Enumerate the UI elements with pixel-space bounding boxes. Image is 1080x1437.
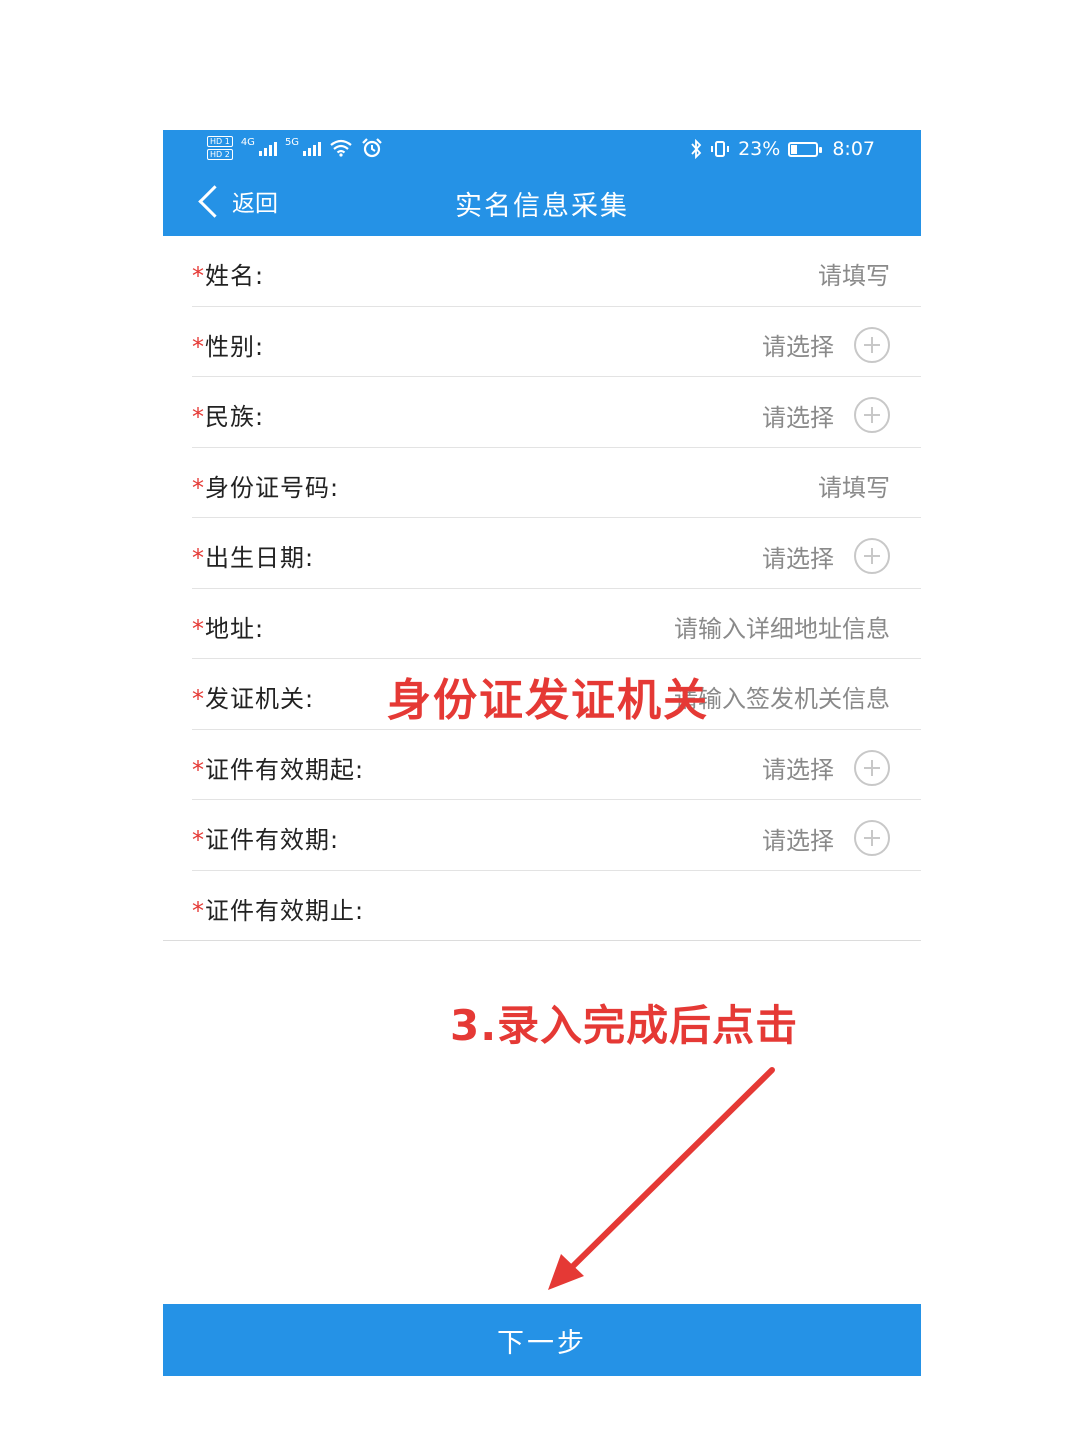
field-ethnicity[interactable]: *民族: 请选择 xyxy=(192,377,921,448)
alarm-icon xyxy=(362,138,382,158)
required-mark: * xyxy=(192,262,205,290)
field-value: 请选择 xyxy=(762,397,890,433)
field-address[interactable]: *地址: 请输入详细地址信息 xyxy=(192,589,921,659)
label-text: 身份证号码: xyxy=(205,473,340,502)
clock: 8:07 xyxy=(832,138,875,160)
field-valid-until[interactable]: *证件有效期止: xyxy=(163,871,921,941)
label-text: 发证机关: xyxy=(205,685,315,713)
required-mark: * xyxy=(192,826,205,854)
step-annotation: 3.录入完成后点击 xyxy=(450,1001,799,1050)
required-mark: * xyxy=(192,755,205,784)
picker-icon[interactable] xyxy=(854,749,890,786)
network-5g-label: 5G xyxy=(284,136,300,148)
sim1-badge: HD 1 xyxy=(207,136,233,147)
required-mark: * xyxy=(192,685,205,713)
field-birth-date[interactable]: *出生日期: 请选择 xyxy=(192,518,921,589)
battery-percent: 23% xyxy=(738,138,781,160)
label-text: 姓名: xyxy=(205,262,265,290)
nav-bar: 返回 实名信息采集 xyxy=(163,168,921,236)
phone-screen: HD 1 HD 2 4G 5G 23% 8:07 返回 实名信息采集 *姓名: … xyxy=(163,130,921,1376)
field-name[interactable]: *姓名: 请填写 xyxy=(192,236,921,307)
field-value: 请填写 xyxy=(818,256,890,291)
app-header: HD 1 HD 2 4G 5G 23% 8:07 返回 实名信息采集 xyxy=(163,130,921,236)
label-text: 地址: xyxy=(205,614,265,643)
name-input-placeholder[interactable]: 请填写 xyxy=(818,256,890,291)
field-label: *发证机关: xyxy=(192,679,314,714)
field-label: *地址: xyxy=(192,609,264,644)
vibrate-icon xyxy=(711,141,730,157)
status-left: HD 1 HD 2 4G 5G xyxy=(207,136,383,160)
signal-icon-2 xyxy=(303,140,322,156)
label-text: 出生日期: xyxy=(205,544,315,572)
page-title: 实名信息采集 xyxy=(455,191,629,222)
label-text: 证件有效期: xyxy=(205,826,340,854)
network-4g-label: 4G xyxy=(240,136,255,148)
gender-select-placeholder[interactable]: 请选择 xyxy=(762,327,834,362)
field-label: *出生日期: xyxy=(192,538,314,573)
battery-icon xyxy=(788,141,823,157)
field-valid-from[interactable]: *证件有效期起: 请选择 xyxy=(192,730,921,800)
field-label: *证件有效期止: xyxy=(192,891,364,926)
label-text: 性别: xyxy=(205,332,265,361)
picker-icon[interactable] xyxy=(854,820,890,856)
ethnicity-select-placeholder[interactable]: 请选择 xyxy=(762,398,834,433)
field-label: *民族: xyxy=(192,397,264,432)
field-value: 请选择 xyxy=(762,820,890,856)
picker-icon[interactable] xyxy=(854,326,890,363)
picker-icon[interactable] xyxy=(854,538,890,574)
required-mark: * xyxy=(192,614,205,643)
next-step-button[interactable]: 下一步 xyxy=(163,1304,921,1376)
required-mark: * xyxy=(192,332,205,361)
sim-indicators: HD 1 HD 2 xyxy=(207,136,233,160)
field-label: *证件有效期: xyxy=(192,820,339,855)
required-mark: * xyxy=(192,896,205,925)
field-value: 请填写 xyxy=(818,468,890,503)
field-label: *证件有效期起: xyxy=(192,750,364,785)
issuer-annotation: 身份证发证机关 xyxy=(387,675,709,726)
id-number-input-placeholder[interactable]: 请填写 xyxy=(818,468,890,503)
birth-date-select-placeholder[interactable]: 请选择 xyxy=(762,539,834,574)
field-value: 请输入详细地址信息 xyxy=(674,609,890,644)
field-label: *性别: xyxy=(192,327,264,362)
required-mark: * xyxy=(192,544,205,572)
field-gender[interactable]: *性别: 请选择 xyxy=(192,307,921,377)
address-input-placeholder[interactable]: 请输入详细地址信息 xyxy=(674,609,890,644)
field-value: 请选择 xyxy=(762,749,890,786)
required-mark: * xyxy=(192,403,205,431)
picker-icon[interactable] xyxy=(854,397,890,433)
field-label: *姓名: xyxy=(192,256,264,291)
sim2-badge: HD 2 xyxy=(207,149,233,160)
field-label: *身份证号码: xyxy=(192,468,339,503)
label-text: 证件有效期起: xyxy=(205,755,365,784)
required-mark: * xyxy=(192,473,205,502)
field-value: 请选择 xyxy=(762,326,890,363)
realname-form: *姓名: 请填写 *性别: 请选择 *民族: 请选择 *身份证号码: 请填写 *… xyxy=(163,236,921,941)
label-text: 民族: xyxy=(205,403,265,431)
valid-from-select-placeholder[interactable]: 请选择 xyxy=(762,750,834,785)
field-id-number[interactable]: *身份证号码: 请填写 xyxy=(192,448,921,518)
bluetooth-icon xyxy=(691,139,702,159)
wifi-icon xyxy=(330,139,352,157)
status-bar: HD 1 HD 2 4G 5G 23% 8:07 xyxy=(163,130,921,168)
field-value: 请选择 xyxy=(762,538,890,574)
validity-period-select-placeholder[interactable]: 请选择 xyxy=(762,821,834,856)
field-validity-period[interactable]: *证件有效期: 请选择 xyxy=(192,800,921,871)
signal-icon xyxy=(258,140,277,156)
label-text: 证件有效期止: xyxy=(205,896,365,925)
status-right: 23% 8:07 xyxy=(690,138,875,160)
